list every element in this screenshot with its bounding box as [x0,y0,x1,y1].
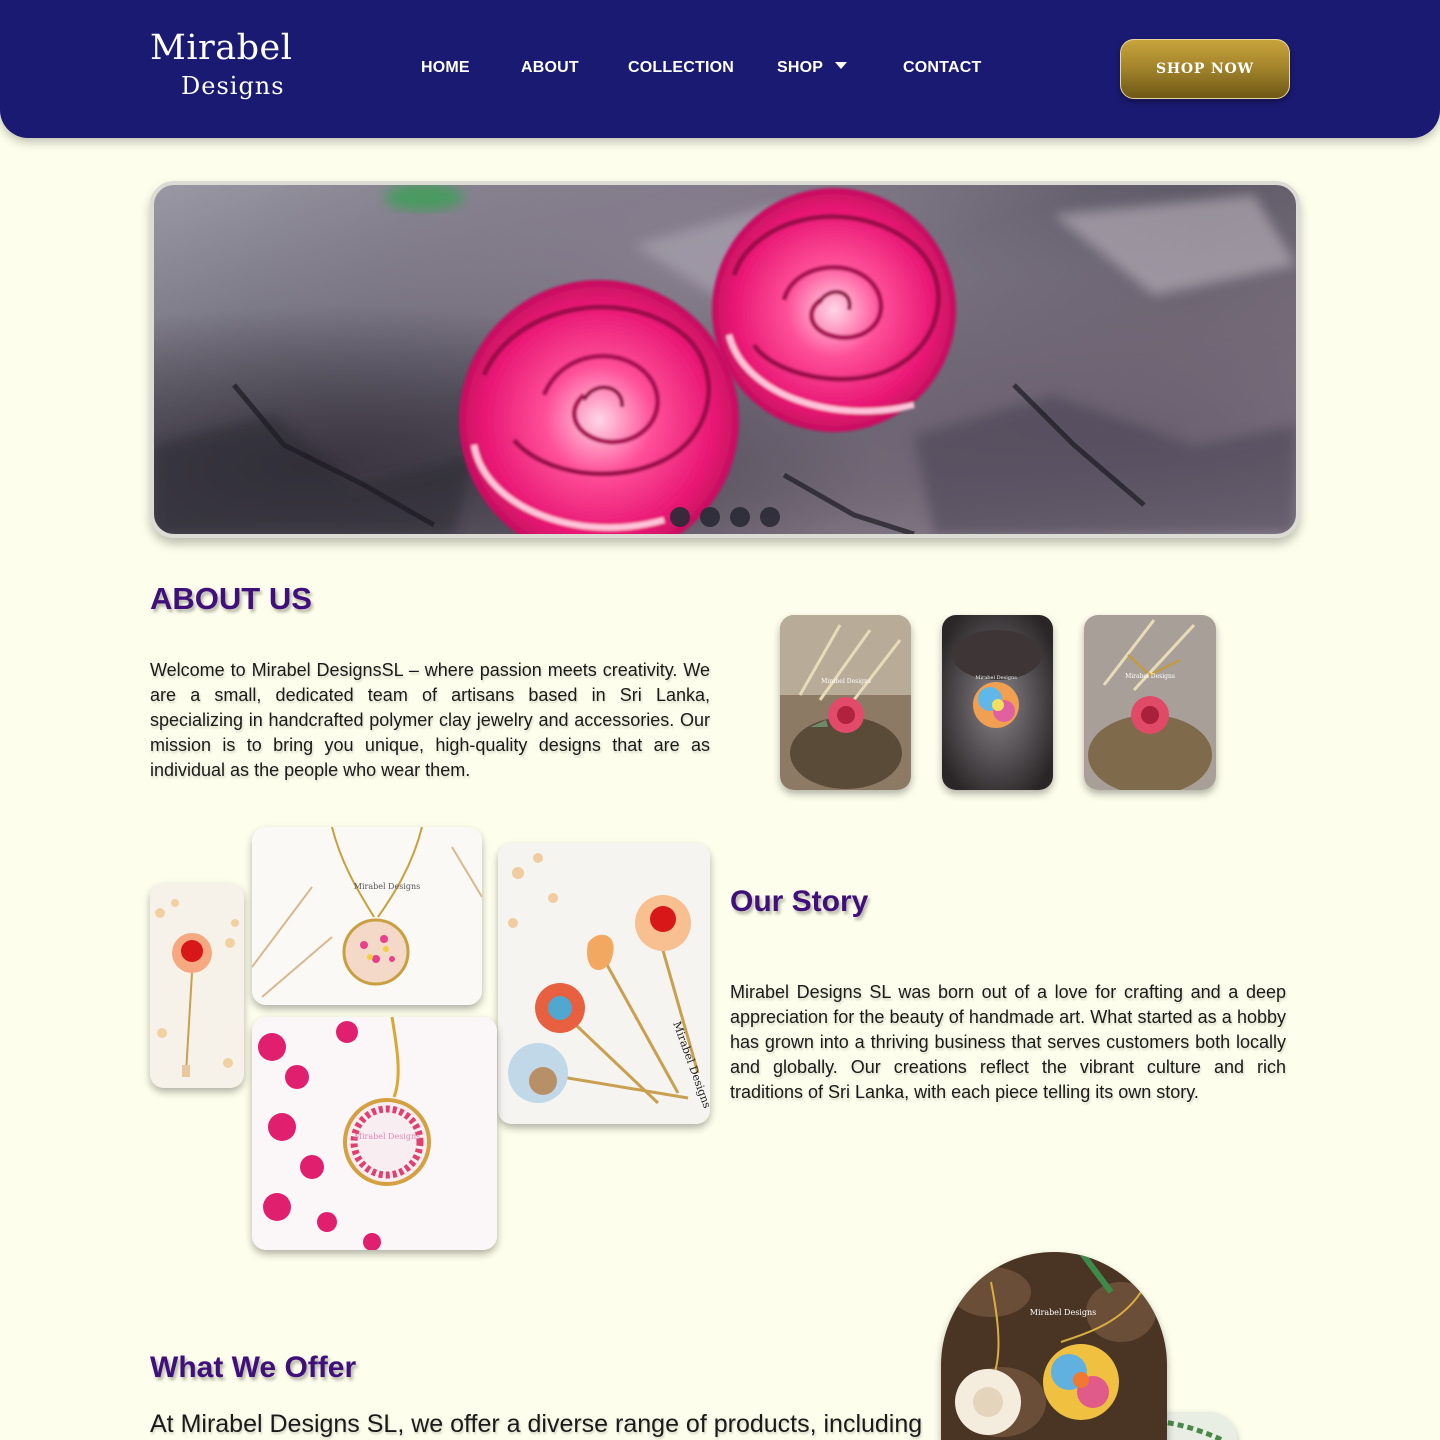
slider-dot-1[interactable] [670,507,690,527]
hero-slider[interactable] [150,181,1300,538]
about-photo-rose-pendant-1: Mirabel Designs [780,615,911,790]
about-title: ABOUT US [150,581,312,616]
about-photo-rose-pendant-2: Mirabel Designs [1084,615,1216,790]
photo-watermark: Mirabel Designs [821,678,871,685]
nav-collection[interactable]: COLLECTION [628,59,734,77]
story-photo-rose-stick-pin [150,883,244,1088]
logo-wordmark-line2: Designs [181,72,285,100]
photo-watermark: Mirabel Designs [1125,673,1175,680]
logo[interactable]: Mirabel Designs [150,28,292,100]
story-text: Mirabel Designs SL was born out of a lov… [730,982,1286,1102]
chevron-down-icon [835,62,848,69]
shop-now-button[interactable]: SHOP NOW [1120,39,1290,99]
photo-watermark: Mirabel Designs [354,882,421,891]
slider-dots [670,507,780,527]
offer-text: At Mirabel Designs SL, we offer a divers… [150,1410,923,1438]
offer-title: What We Offer [150,1351,357,1384]
hero-image-roses [154,185,1296,534]
story-photo-flower-pendant: Mirabel Designs [252,827,482,1005]
story-photo-pink-flower-pendant: Mirabel Designs [252,1017,497,1250]
about-photo-rainbow-rose: Mirabel Designs [942,615,1053,790]
slider-dot-4[interactable] [760,507,780,527]
offer-photo-rose-pendants: Mirabel Designs [941,1252,1167,1440]
slider-dot-3[interactable] [730,507,750,527]
nav-home[interactable]: HOME [421,59,470,77]
nav-shop-label: SHOP [777,59,824,76]
story-title: Our Story [730,885,869,918]
story-photo-stick-pins: Mirabel Designs [498,843,710,1124]
nav-contact[interactable]: CONTACT [903,59,981,77]
slider-dot-2[interactable] [700,507,720,527]
about-text: Welcome to Mirabel DesignsSL – where pas… [150,660,710,780]
photo-watermark: Mirabel Designs [975,675,1017,681]
photo-watermark: Mirabel Designs [354,1132,421,1141]
logo-wordmark-line1: Mirabel [150,28,293,68]
nav-shop[interactable]: SHOP [777,59,848,77]
nav-about[interactable]: ABOUT [521,59,579,77]
site-header: Mirabel Designs HOME ABOUT COLLECTION SH… [0,0,1440,138]
photo-watermark: Mirabel Designs [1030,1308,1097,1317]
